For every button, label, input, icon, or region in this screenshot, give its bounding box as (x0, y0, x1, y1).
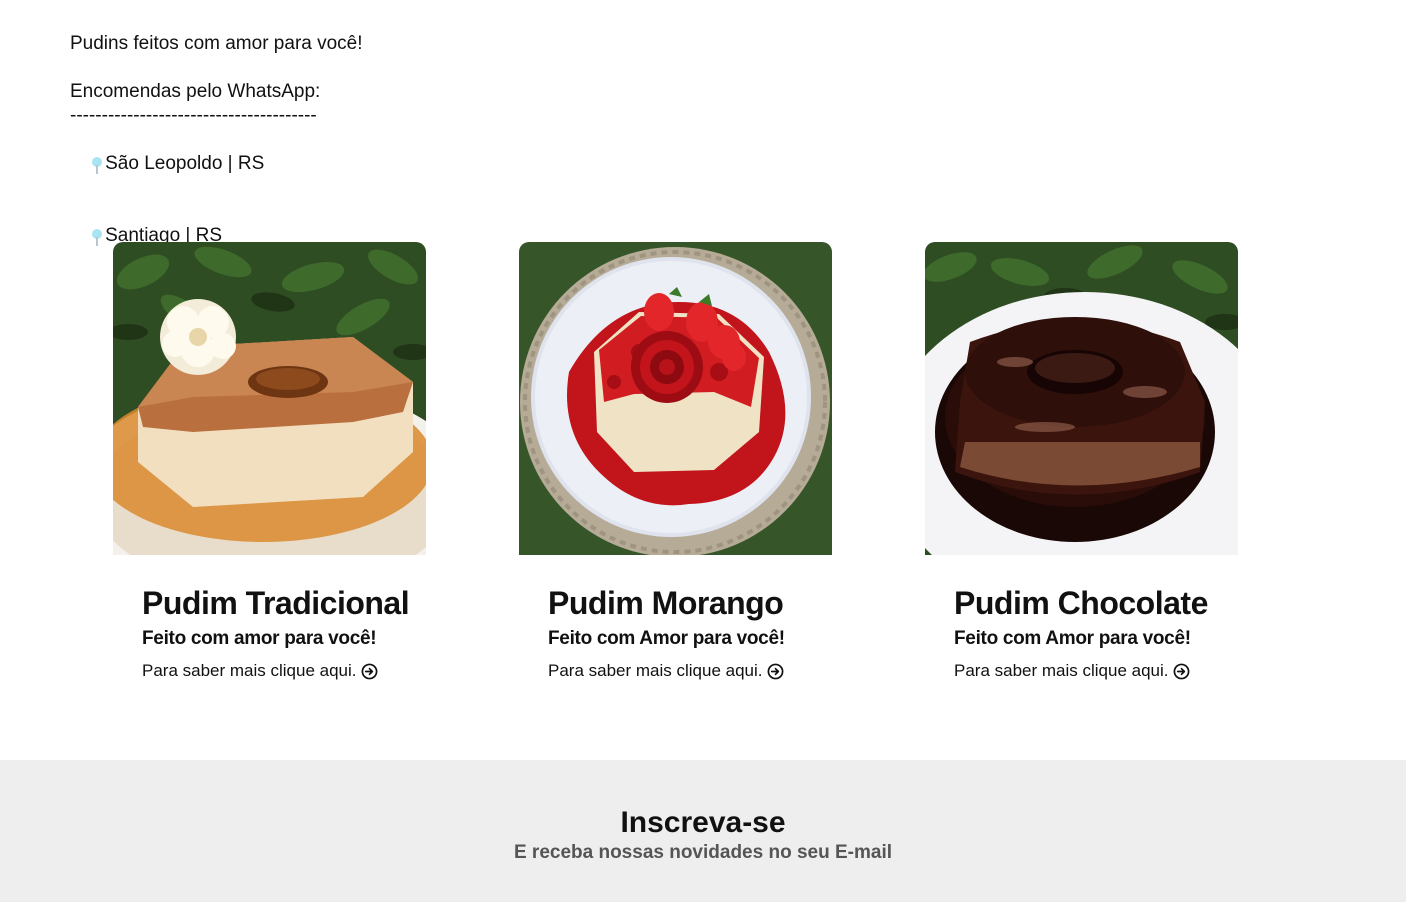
learn-more-label: Para saber mais clique aqui. (548, 661, 763, 680)
orders-label: Encomendas pelo WhatsApp: (70, 81, 321, 102)
product-subtitle: Feito com amor para você! (142, 628, 377, 649)
product-photo[interactable] (925, 242, 1238, 555)
arrow-right-circle-icon (361, 663, 377, 679)
product-title: Pudim Chocolate (954, 585, 1208, 621)
product-photo[interactable] (113, 242, 426, 555)
newsletter-subtitle: E receba nossas novidades no seu E-mail (513, 842, 893, 863)
product-card-tradicional: Pudim Tradicional Feito com amor para vo… (113, 242, 426, 682)
learn-more-label: Para saber mais clique aqui. (142, 661, 357, 680)
product-subtitle: Feito com Amor para você! (954, 628, 1191, 649)
newsletter-title: Inscreva-se (620, 806, 786, 839)
learn-more-link[interactable]: Para saber mais clique aqui. (954, 660, 1238, 682)
divider-text: --------------------------------------- (70, 105, 317, 126)
arrow-right-circle-icon (1173, 663, 1189, 679)
tagline: Pudins feitos com amor para você! (70, 33, 363, 54)
product-title: Pudim Morango (548, 585, 784, 621)
pin-icon (91, 152, 105, 176)
newsletter-section: Inscreva-se E receba nossas novidades no… (0, 760, 1406, 902)
product-title: Pudim Tradicional (142, 585, 410, 621)
product-card-chocolate: Pudim Chocolate Feito com Amor para você… (925, 242, 1238, 682)
location-item: São Leopoldo | RS (70, 128, 363, 200)
product-photo[interactable] (519, 242, 832, 555)
learn-more-label: Para saber mais clique aqui. (954, 661, 1169, 680)
product-card-morango: Pudim Morango Feito com Amor para você! … (519, 242, 832, 682)
product-subtitle: Feito com Amor para você! (548, 628, 785, 649)
location-label: São Leopoldo | RS (105, 153, 265, 174)
pin-icon (91, 224, 105, 248)
intro-text: Pudins feitos com amor para você! Encome… (70, 32, 363, 272)
learn-more-link[interactable]: Para saber mais clique aqui. (142, 660, 426, 682)
learn-more-link[interactable]: Para saber mais clique aqui. (548, 660, 832, 682)
arrow-right-circle-icon (767, 663, 783, 679)
